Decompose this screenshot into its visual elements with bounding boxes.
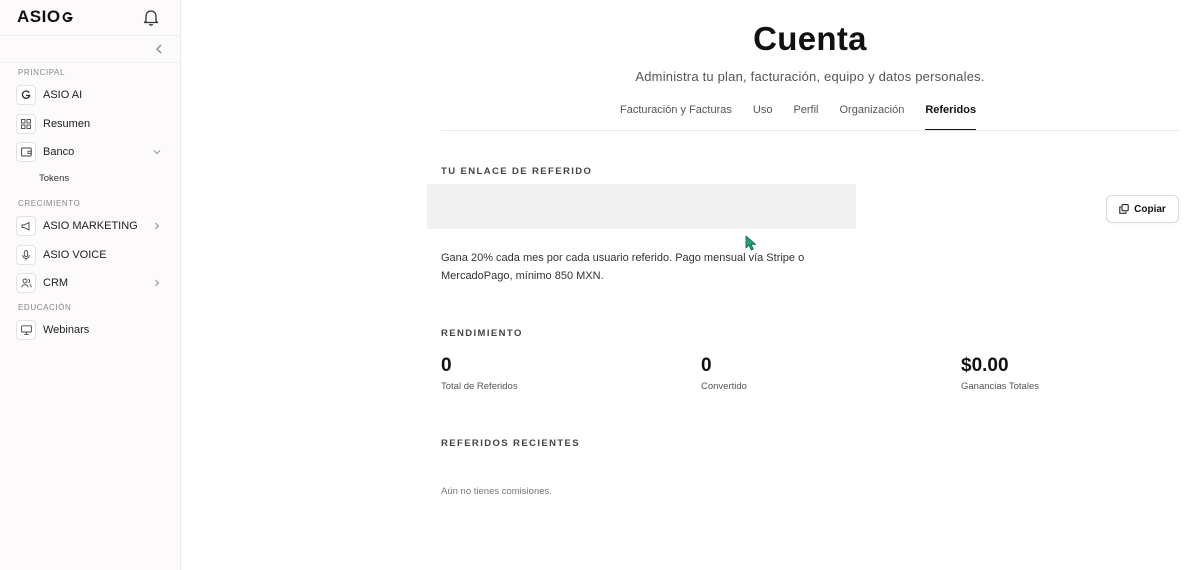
stat-convertido-label: Convertido [701, 381, 747, 392]
grid-icon [16, 114, 36, 134]
microphone-icon [16, 245, 36, 265]
sidebar-item-label: Banco [43, 146, 75, 158]
stat-ganancias-value: $0.00 [961, 355, 1009, 376]
empty-state-text: Aún no tienes comisiones. [441, 486, 552, 497]
recent-referrals-heading: REFERIDOS RECIENTES [441, 438, 581, 449]
account-tabs: Facturación y Facturas Uso Perfil Organi… [620, 104, 997, 131]
sidebar-subitem-tokens[interactable]: Tokens [39, 173, 69, 184]
section-label-crecimiento: CRECIMIENTO [18, 199, 81, 208]
page-title: Cuenta [753, 20, 867, 57]
tab-perfil[interactable]: Perfil [793, 104, 818, 131]
divider [0, 62, 181, 63]
section-label-principal: PRINCIPAL [18, 68, 66, 77]
tab-referidos[interactable]: Referidos [925, 104, 977, 131]
sidebar-item-label: ASIO AI [43, 89, 83, 101]
tab-organizacion[interactable]: Organización [840, 104, 905, 131]
performance-heading: RENDIMIENTO [441, 328, 523, 339]
referral-link-field[interactable] [427, 184, 856, 229]
stat-convertido-value: 0 [701, 355, 712, 376]
logo-swirl-icon [62, 12, 73, 23]
sidebar-item-resumen[interactable]: Resumen [16, 113, 166, 135]
asio-swirl-icon [16, 85, 36, 105]
monitor-icon [16, 320, 36, 340]
section-label-educacion: EDUCACIÓN [18, 303, 72, 312]
stat-total-referidos-value: 0 [441, 355, 452, 376]
wallet-icon [16, 142, 36, 162]
sidebar-item-label: ASIO MARKETING [43, 220, 138, 232]
brand-row: ASIO [0, 0, 181, 36]
sidebar-item-label: Webinars [43, 324, 90, 336]
sidebar-item-webinars[interactable]: Webinars [16, 319, 166, 341]
chevron-down-icon[interactable] [152, 147, 162, 157]
chevron-right-icon[interactable] [152, 278, 162, 288]
asio-logo[interactable]: ASIO [17, 7, 73, 27]
tab-facturacion[interactable]: Facturación y Facturas [620, 104, 732, 131]
sidebar-item-asio-ai[interactable]: ASIO AI [16, 84, 166, 106]
stat-ganancias-label: Ganancias Totales [961, 381, 1039, 392]
bell-icon[interactable] [143, 8, 159, 26]
sidebar-item-asio-voice[interactable]: ASIO VOICE [16, 244, 166, 266]
referral-description: Gana 20% cada mes por cada usuario refer… [441, 252, 805, 282]
copy-icon [1119, 204, 1129, 214]
copy-button-label: Copiar [1134, 203, 1166, 215]
sidebar-item-label: Resumen [43, 118, 91, 130]
chevron-right-icon[interactable] [152, 221, 162, 231]
sidebar-item-label: ASIO VOICE [43, 249, 107, 261]
logo-text: ASIO [17, 7, 61, 26]
sidebar: ASIO PRINCIPAL ASIO AI Resumen Banco Tok… [0, 0, 181, 570]
megaphone-icon [16, 216, 36, 236]
collapse-sidebar-icon[interactable] [153, 42, 165, 56]
tab-uso[interactable]: Uso [753, 104, 773, 131]
referral-link-heading: TU ENLACE DE REFERIDO [441, 166, 593, 177]
stat-total-referidos-label: Total de Referidos [441, 381, 518, 392]
sidebar-item-crm[interactable]: CRM [16, 272, 166, 294]
users-icon [16, 273, 36, 293]
copy-button[interactable]: Copiar [1106, 195, 1179, 223]
sidebar-item-asio-marketing[interactable]: ASIO MARKETING [16, 215, 166, 237]
sidebar-item-banco[interactable]: Banco [16, 141, 166, 163]
sidebar-item-label: CRM [43, 277, 69, 289]
tabs-divider [441, 130, 1179, 131]
page-subtitle: Administra tu plan, facturación, equipo … [635, 69, 985, 84]
